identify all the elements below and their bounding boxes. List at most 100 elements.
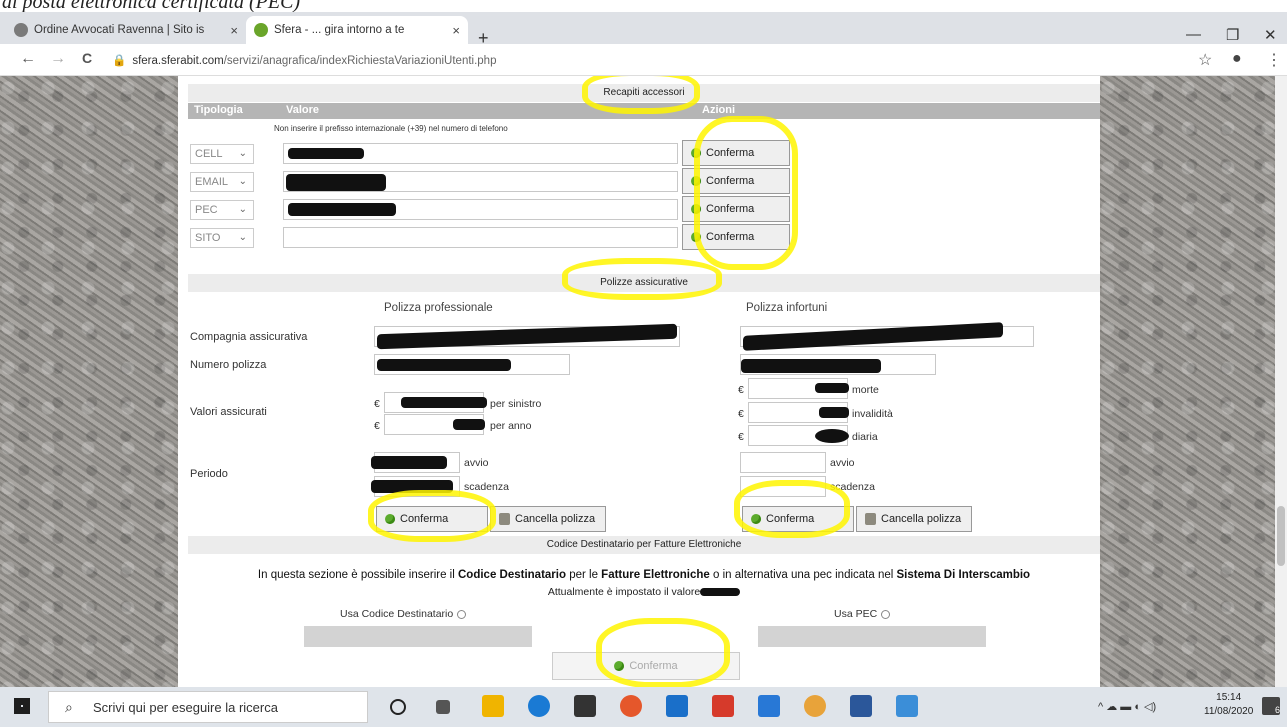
chevron-down-icon: ⌄: [238, 176, 247, 187]
compagnia-inf-input[interactable]: [740, 322, 1034, 351]
document-caption: di posta elettronica certificata (PEC): [0, 0, 1287, 12]
codice-info-text: In questa sezione è possibile inserire i…: [257, 569, 1031, 581]
menu-icon[interactable]: ⋮: [1266, 50, 1282, 70]
codice-section-header: Codice Destinatario per Fatture Elettron…: [188, 536, 1100, 554]
use-codice-option[interactable]: Usa Codice Destinatario: [340, 608, 467, 620]
tab-sfera[interactable]: Sfera - ... gira intorno a te ×: [246, 16, 468, 44]
numero-prof-input[interactable]: [374, 354, 570, 375]
store-icon[interactable]: [574, 695, 596, 717]
back-arrow-icon[interactable]: ←: [20, 50, 36, 68]
outlook-icon[interactable]: [758, 695, 780, 717]
redaction: [288, 203, 396, 216]
url-field[interactable]: 🔒 sfera.sferabit.com/servizi/anagrafica/i…: [112, 53, 496, 67]
valore-morte-input[interactable]: [748, 378, 849, 399]
recapito-value-input[interactable]: [283, 199, 678, 220]
redaction: [815, 383, 849, 393]
chevron-down-icon: ⌄: [238, 204, 247, 215]
recapito-value-input[interactable]: [283, 227, 678, 248]
use-pec-option[interactable]: Usa PEC: [834, 608, 891, 620]
recapito-value-input[interactable]: [283, 143, 678, 164]
file-explorer-icon[interactable]: [482, 695, 504, 717]
valore-anno-input[interactable]: [384, 414, 485, 435]
office-icon[interactable]: [712, 695, 734, 717]
redaction: [401, 397, 487, 408]
tipologia-select[interactable]: SITO ⌄: [190, 228, 254, 248]
background-texture-left: [0, 76, 178, 687]
close-window-icon[interactable]: ✕: [1264, 26, 1277, 44]
profile-icon[interactable]: ●: [1232, 50, 1242, 68]
numero-inf-input[interactable]: [740, 354, 936, 375]
bookmark-star-icon[interactable]: ☆: [1198, 50, 1212, 70]
close-tab-icon[interactable]: ×: [230, 23, 238, 38]
redaction: [815, 429, 849, 443]
taskbar-search-input[interactable]: ⌕ Scrivi qui per eseguire la ricerca: [48, 691, 368, 723]
avvio-prof-input[interactable]: [371, 452, 460, 473]
reload-icon[interactable]: C: [82, 50, 92, 66]
valore-sinistro-input[interactable]: [384, 392, 487, 413]
task-view-icon[interactable]: [436, 700, 450, 714]
chrome-icon[interactable]: [804, 695, 826, 717]
system-tray-icons[interactable]: ^ ☁ ▬ ◐ ◁): [1098, 700, 1156, 713]
redaction: [743, 322, 1003, 351]
background-texture-right: [1100, 76, 1275, 687]
polizza-professionale-heading: Polizza professionale: [384, 302, 493, 314]
sfera-favicon-icon: [254, 23, 268, 37]
taskbar-clock[interactable]: 15:14 11/08/2020: [1204, 691, 1253, 719]
close-tab-icon[interactable]: ×: [452, 23, 460, 38]
trash-icon: [499, 513, 510, 525]
tipologia-select[interactable]: PEC ⌄: [190, 200, 254, 220]
word-icon[interactable]: [850, 695, 872, 717]
trash-icon: [865, 513, 876, 525]
codice-destinatario-field[interactable]: [304, 626, 532, 647]
highlight-annotation: [734, 480, 850, 538]
redaction: [286, 174, 386, 191]
mail-icon[interactable]: [666, 695, 688, 717]
windows-start-icon[interactable]: [14, 698, 30, 714]
redaction: [371, 456, 447, 469]
site-favicon-icon: [14, 23, 28, 37]
redaction: [377, 323, 677, 350]
highlight-annotation: [368, 490, 496, 542]
photos-icon[interactable]: [896, 695, 918, 717]
valore-diaria-input[interactable]: [748, 425, 849, 446]
avvio-inf-input[interactable]: [740, 452, 826, 473]
cancella-polizza-inf-button[interactable]: Cancella polizza: [856, 506, 972, 532]
recapito-value-input[interactable]: [283, 171, 678, 192]
maximize-icon[interactable]: ❐: [1226, 26, 1239, 44]
pec-field[interactable]: [758, 626, 986, 647]
browser-tab-bar: Ordine Avvocati Ravenna | Sito is × Sfer…: [0, 12, 1287, 48]
cancella-polizza-prof-button[interactable]: Cancella polizza: [490, 506, 606, 532]
highlight-annotation: [562, 258, 722, 300]
radio-icon[interactable]: [881, 609, 891, 619]
edge-icon[interactable]: [528, 695, 550, 717]
tipologia-select[interactable]: CELL ⌄: [190, 144, 254, 164]
numero-label: Numero polizza: [190, 359, 267, 371]
cortana-icon[interactable]: [390, 699, 406, 715]
windows-taskbar: ⌕ Scrivi qui per eseguire la ricerca ^ ☁…: [0, 687, 1287, 727]
redaction: [741, 359, 881, 373]
tipologia-select[interactable]: EMAIL ⌄: [190, 172, 254, 192]
search-icon: ⌕: [65, 699, 73, 715]
forward-arrow-icon[interactable]: →: [50, 50, 66, 68]
highlight-annotation: [582, 76, 700, 114]
redaction: [453, 419, 485, 430]
radio-icon[interactable]: [457, 609, 467, 619]
compagnia-prof-input[interactable]: [374, 323, 680, 350]
page-content: Recapiti accessori Tipologia Valore Azio…: [178, 76, 1100, 687]
lock-icon: 🔒: [112, 55, 127, 67]
highlight-annotation: [694, 116, 798, 270]
periodo-label: Periodo: [190, 468, 228, 480]
highlight-annotation: [596, 618, 730, 687]
notification-icon[interactable]: 6: [1262, 697, 1280, 715]
redaction: [700, 588, 741, 597]
tab-ordine-avvocati[interactable]: Ordine Avvocati Ravenna | Sito is ×: [6, 16, 246, 44]
firefox-icon[interactable]: [620, 695, 642, 717]
phone-hint: Non inserire il prefisso internazionale …: [274, 124, 508, 133]
scrollbar-thumb[interactable]: [1277, 506, 1285, 566]
page-scrollbar[interactable]: [1275, 76, 1287, 687]
chevron-down-icon: ⌄: [238, 148, 247, 159]
redaction: [377, 359, 511, 371]
browser-address-bar: ← → C 🔒 sfera.sferabit.com/servizi/anagra…: [0, 44, 1287, 76]
valore-invalidita-input[interactable]: [748, 402, 849, 423]
minimize-icon[interactable]: —: [1186, 26, 1201, 43]
